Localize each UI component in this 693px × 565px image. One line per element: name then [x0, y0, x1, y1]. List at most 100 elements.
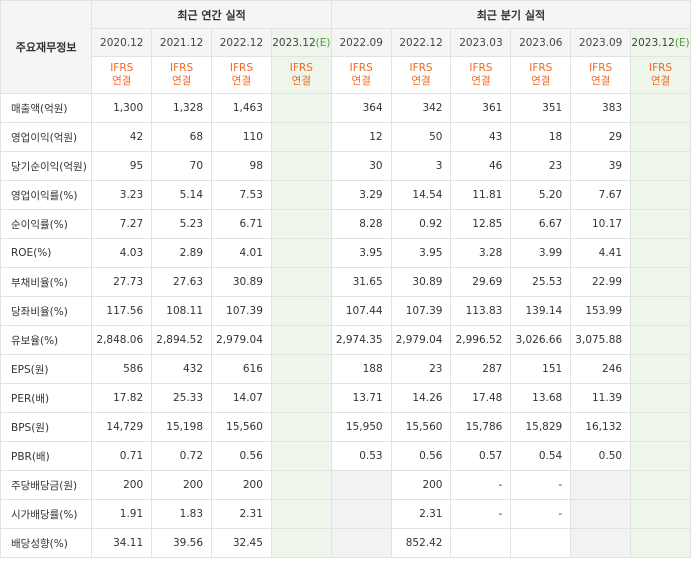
- table-cell: [630, 238, 691, 268]
- row-label: 배당성향(%): [0, 528, 93, 558]
- table-cell: 29: [570, 122, 632, 152]
- row-label: 영업이익(억원): [0, 122, 93, 152]
- table-cell: 15,560: [211, 412, 272, 442]
- period-header-annual: 2023.12(E): [270, 28, 332, 57]
- table-row: 당기순이익(억원) 95 70 98 30 3 46 23 39: [0, 151, 691, 181]
- table-cell: 43: [450, 122, 512, 152]
- table-cell: [270, 209, 332, 239]
- table-cell: 68: [151, 122, 213, 152]
- period-label: 2023.06: [519, 36, 563, 49]
- table-cell: [630, 93, 691, 123]
- period-header-quarter: 2022.09: [330, 28, 392, 57]
- basis-standard: IFRS: [529, 62, 553, 74]
- table-cell: 34.11: [91, 528, 153, 558]
- table-cell: 108.11: [151, 296, 213, 326]
- table-cell: [630, 354, 691, 384]
- table-cell: [270, 296, 332, 326]
- period-header-quarter: 2022.12: [390, 28, 452, 57]
- table-cell: 3.95: [330, 238, 392, 268]
- basis-scope: 연결: [171, 75, 192, 87]
- table-cell: [630, 470, 691, 500]
- table-cell: -: [450, 499, 512, 529]
- row-label: 주당배당금(원): [0, 470, 93, 500]
- table-cell: [270, 180, 332, 210]
- table-cell: [630, 325, 691, 355]
- table-cell: [570, 470, 632, 500]
- quarter-section-title: 최근 분기 실적: [330, 0, 692, 29]
- table-cell: 383: [570, 93, 632, 123]
- table-cell: [270, 267, 332, 297]
- row-label: PER(배): [0, 383, 93, 413]
- table-cell: 25.53: [510, 267, 572, 297]
- table-cell: 107.44: [330, 296, 392, 326]
- table-cell: 0.92: [390, 209, 452, 239]
- table-cell: 0.56: [390, 441, 452, 471]
- period-label: 2022.12: [399, 36, 443, 49]
- table-cell: [270, 412, 332, 442]
- table-cell: 1,463: [211, 93, 272, 123]
- table-cell: 15,950: [330, 412, 392, 442]
- row-label: 영업이익률(%): [0, 180, 93, 210]
- table-cell: 70: [151, 151, 213, 181]
- table-cell: 3.29: [330, 180, 392, 210]
- table-cell: 14.07: [211, 383, 272, 413]
- table-cell: 6.67: [510, 209, 572, 239]
- table-cell: 12: [330, 122, 392, 152]
- table-cell: [270, 441, 332, 471]
- table-cell: 30.89: [211, 267, 272, 297]
- table-cell: 23: [510, 151, 572, 181]
- table-cell: 153.99: [570, 296, 632, 326]
- table-cell: [270, 499, 332, 529]
- basis-scope: 연결: [531, 75, 551, 87]
- basis-label: IFRS 연결: [151, 56, 213, 94]
- basis-label: IFRS 연결: [270, 56, 332, 94]
- table-cell: [270, 528, 332, 558]
- table-cell: 31.65: [330, 267, 392, 297]
- table-cell: 361: [450, 93, 512, 123]
- table-cell: [270, 383, 332, 413]
- period-label: 2020.12: [100, 36, 144, 49]
- period-label: 2022.09: [339, 36, 383, 49]
- table-cell: [570, 499, 632, 529]
- table-cell: 287: [450, 354, 512, 384]
- table-cell: 2.89: [151, 238, 213, 268]
- table-row: 당좌비율(%) 117.56 108.11 107.39 107.44 107.39 113…: [0, 296, 691, 326]
- row-label: 매출액(억원): [0, 93, 93, 123]
- table-cell: 4.03: [91, 238, 153, 268]
- table-cell: 7.53: [211, 180, 272, 210]
- table-cell: 0.50: [570, 441, 632, 471]
- table-cell: 15,829: [510, 412, 572, 442]
- period-header-quarter: 2023.09: [570, 28, 632, 57]
- table-cell: 3,026.66: [510, 325, 572, 355]
- table-cell: 117.56: [91, 296, 153, 326]
- basis-scope: 연결: [650, 75, 671, 87]
- table-cell: [270, 354, 332, 384]
- table-cell: 98: [211, 151, 272, 181]
- basis-standard: IFRS: [110, 62, 134, 74]
- basis-standard: IFRS: [469, 62, 493, 74]
- basis-standard: IFRS: [289, 62, 313, 74]
- table-cell: 13.68: [510, 383, 572, 413]
- table-cell: 616: [211, 354, 272, 384]
- table-cell: 15,198: [151, 412, 213, 442]
- basis-standard: IFRS: [589, 62, 613, 74]
- table-cell: 2.31: [211, 499, 272, 529]
- row-label: 시가배당률(%): [0, 499, 93, 529]
- table-cell: 29.69: [450, 267, 512, 297]
- table-row: 순이익률(%) 7.27 5.23 6.71 8.28 0.92 12.85 6.67 10.1…: [0, 209, 691, 239]
- table-cell: 13.71: [330, 383, 392, 413]
- row-label: PBR(배): [0, 441, 93, 471]
- row-label: 유보율(%): [0, 325, 93, 355]
- table-cell: 2,894.52: [151, 325, 213, 355]
- table-cell: 11.81: [450, 180, 512, 210]
- table-cell: [630, 441, 691, 471]
- corner-label: 주요재무정보: [0, 0, 93, 94]
- row-label: 부채비율(%): [0, 267, 93, 297]
- table-row: ROE(%) 4.03 2.89 4.01 3.95 3.95 3.28 3.99 4.41: [0, 238, 691, 268]
- table-cell: 0.53: [330, 441, 392, 471]
- table-row: PBR(배) 0.71 0.72 0.56 0.53 0.56 0.57 0.54 0.50: [0, 441, 691, 471]
- table-cell: 0.57: [450, 441, 512, 471]
- period-header-quarter: 2023.12(E): [630, 28, 691, 57]
- table-cell: 39.56: [151, 528, 213, 558]
- basis-label: IFRS 연결: [211, 56, 272, 94]
